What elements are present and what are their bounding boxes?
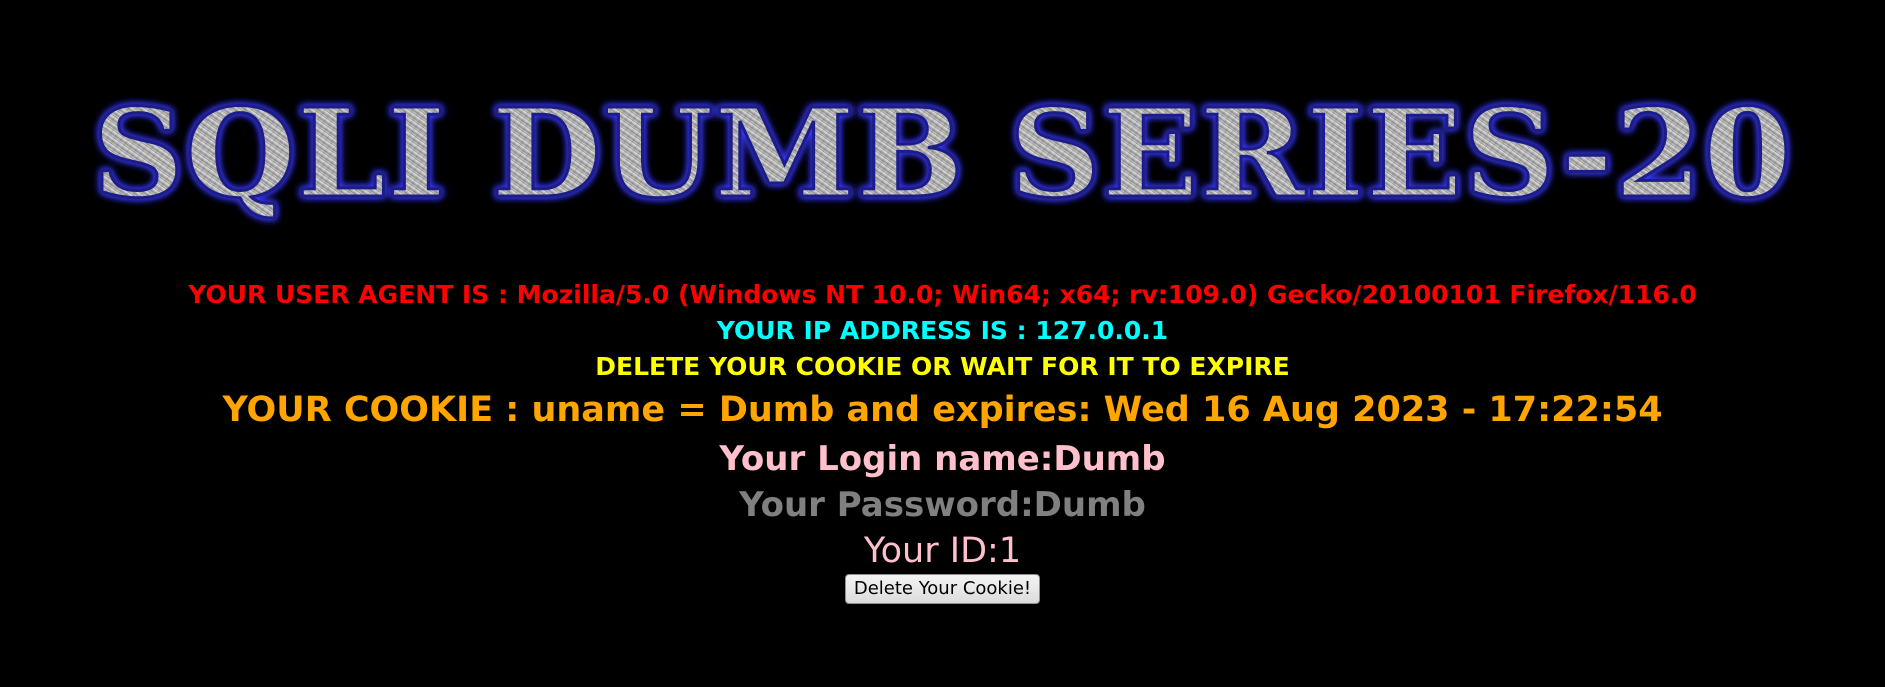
title-banner-text: SQLI DUMB SERIES-20 bbox=[92, 81, 1792, 225]
user-agent-text: YOUR USER AGENT IS : Mozilla/5.0 (Window… bbox=[188, 280, 1697, 309]
ip-address-text: YOUR IP ADDRESS IS : 127.0.0.1 bbox=[716, 316, 1169, 345]
password-text: Your Password:Dumb bbox=[739, 485, 1146, 525]
title-banner-svg: SQLI DUMB SERIES-20 bbox=[91, 80, 1794, 227]
cookie-info-text: YOUR COOKIE : uname = Dumb and expires: … bbox=[222, 390, 1663, 430]
delete-cookie-form: Delete Your Cookie! bbox=[0, 574, 1885, 604]
page: SQLI DUMB SERIES-20 YOUR USER AGENT IS :… bbox=[0, 0, 1885, 687]
title-banner-image: SQLI DUMB SERIES-20 bbox=[80, 78, 1805, 228]
user-id-text: Your ID:1 bbox=[863, 531, 1022, 571]
delete-cookie-message: DELETE YOUR COOKIE OR WAIT FOR IT TO EXP… bbox=[595, 352, 1290, 381]
delete-cookie-button[interactable]: Delete Your Cookie! bbox=[844, 574, 1041, 604]
login-name-text: Your Login name:Dumb bbox=[719, 439, 1166, 479]
